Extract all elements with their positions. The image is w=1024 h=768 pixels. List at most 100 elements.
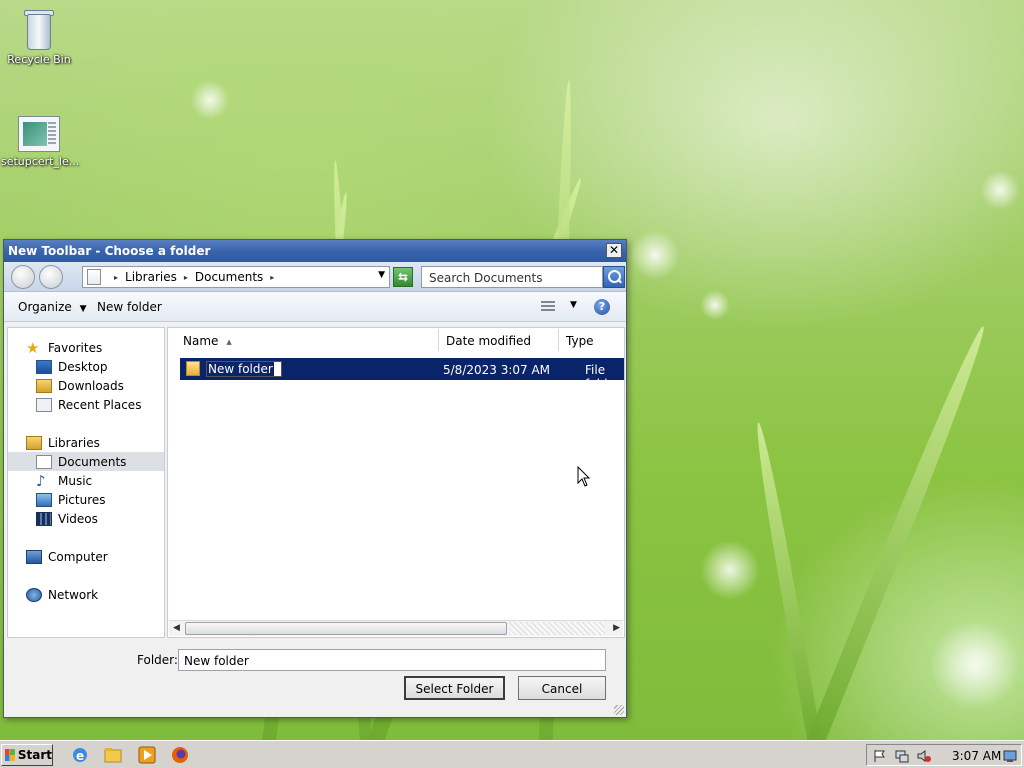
windows-logo-icon	[5, 748, 15, 762]
close-button[interactable]: ✕	[606, 243, 622, 258]
music-icon: ♪	[36, 471, 46, 490]
chevron-right-icon[interactable]: ▸	[270, 273, 274, 282]
views-icon[interactable]	[541, 301, 555, 313]
chevron-down-icon: ▼	[79, 304, 87, 314]
nav-item-documents[interactable]: Documents	[8, 452, 164, 471]
recycle-bin-icon	[24, 8, 54, 50]
cancel-button[interactable]: Cancel	[518, 676, 606, 700]
folder-icon	[186, 361, 200, 376]
nav-item-label: Downloads	[58, 378, 124, 393]
firefox-icon[interactable]	[171, 746, 189, 764]
taskbar-clock[interactable]: 3:07 AM	[952, 749, 1001, 763]
organize-button[interactable]: Organize ▼	[18, 300, 87, 314]
chevron-right-icon[interactable]: ▸	[184, 273, 188, 282]
videos-icon	[36, 511, 52, 526]
breadcrumb-libraries[interactable]: Libraries	[125, 270, 177, 284]
horizontal-scrollbar[interactable]: ◀ ▶	[169, 620, 623, 636]
folder-field-label: Folder:	[137, 653, 178, 667]
media-player-icon[interactable]	[138, 746, 156, 764]
internet-explorer-icon[interactable]: e	[71, 746, 89, 764]
chevron-right-icon: ▸	[114, 272, 119, 282]
nav-item-favorites[interactable]: ★ Favorites	[8, 338, 164, 357]
scrollbar-thumb[interactable]	[185, 622, 507, 635]
nav-item-label: Music	[58, 473, 93, 488]
nav-item-music[interactable]: ♪ Music	[8, 471, 164, 490]
scroll-left-icon[interactable]: ◀	[173, 623, 180, 633]
nav-item-label: Videos	[58, 511, 98, 526]
breadcrumb-documents[interactable]: Documents	[195, 270, 263, 284]
nav-item-label: Recent Places	[58, 397, 142, 412]
nav-item-desktop[interactable]: Desktop	[8, 357, 164, 376]
desktop-icon	[36, 359, 52, 374]
nav-item-pictures[interactable]: Pictures	[8, 490, 164, 509]
address-bar[interactable]: ▸ Libraries ▸ Documents ▸ ▼	[82, 266, 390, 288]
search-icon[interactable]	[603, 266, 625, 288]
taskbar: Start e 3:07 AM	[0, 740, 1024, 768]
nav-item-videos[interactable]: Videos	[8, 509, 164, 528]
action-center-flag-icon[interactable]	[873, 749, 887, 763]
volume-muted-icon[interactable]	[917, 749, 931, 763]
views-dropdown-icon[interactable]: ▼	[570, 300, 577, 310]
desktop-icon-label: setupcert_le...	[1, 155, 80, 168]
show-desktop-icon[interactable]	[1003, 749, 1017, 763]
file-explorer-icon[interactable]	[104, 746, 122, 764]
svg-text:e: e	[76, 749, 84, 763]
nav-item-label: Favorites	[48, 340, 103, 355]
address-dropdown-icon[interactable]: ▼	[378, 270, 385, 280]
dialog-title: New Toolbar - Choose a folder	[8, 244, 211, 258]
forward-button[interactable]	[39, 265, 63, 289]
nav-item-label: Computer	[48, 549, 108, 564]
column-header-name[interactable]: Name ▲	[176, 329, 439, 351]
network-tray-icon[interactable]	[895, 749, 909, 763]
sort-ascending-icon: ▲	[226, 337, 232, 346]
organize-label: Organize	[18, 300, 72, 314]
nav-item-label: Libraries	[48, 435, 100, 450]
nav-item-label: Network	[48, 587, 99, 602]
desktop-icon-recycle-bin[interactable]: Recycle Bin	[1, 8, 77, 66]
nav-item-libraries[interactable]: Libraries	[8, 433, 164, 452]
document-folder-icon	[87, 269, 101, 285]
nav-item-recent-places[interactable]: Recent Places	[8, 395, 164, 414]
search-input[interactable]: Search Documents	[421, 266, 603, 288]
navigation-pane: ★ Favorites Desktop Downloads Recent Plac…	[7, 327, 165, 638]
file-date: 5/8/2023 3:07 AM	[443, 363, 551, 377]
file-name: New folder	[207, 362, 274, 376]
scrollbar-track[interactable]	[509, 622, 605, 635]
start-button[interactable]: Start	[1, 744, 53, 766]
table-row[interactable]: New folder 5/8/2023 3:07 AM File folder	[180, 358, 624, 391]
nav-item-computer[interactable]: Computer	[8, 547, 164, 566]
rename-input[interactable]: New folder	[206, 361, 282, 377]
nav-item-downloads[interactable]: Downloads	[8, 376, 164, 395]
new-folder-button[interactable]: New folder	[97, 300, 162, 314]
file-type: File folder	[585, 363, 620, 391]
refresh-button[interactable]: ⇆	[393, 267, 413, 287]
installer-icon	[18, 116, 60, 152]
column-header-type[interactable]: Type	[559, 329, 624, 351]
desktop-icon-label: Recycle Bin	[7, 53, 71, 66]
star-icon: ★	[26, 338, 40, 357]
command-bar: Organize ▼ New folder ▼ ?	[4, 292, 626, 322]
navigation-bar: ▸ Libraries ▸ Documents ▸ ▼ ⇆ Search Doc…	[4, 262, 626, 292]
downloads-icon	[36, 378, 52, 393]
file-list-pane: Name ▲ Date modified Type New folder 5/8/…	[167, 327, 625, 638]
folder-name-input[interactable]: New folder	[178, 649, 606, 671]
nav-item-label: Desktop	[58, 359, 108, 374]
desktop-icon-setupcert[interactable]: setupcert_le...	[1, 116, 80, 168]
back-button[interactable]	[11, 265, 35, 289]
help-icon[interactable]: ?	[594, 299, 610, 315]
nav-item-network[interactable]: Network	[8, 585, 164, 604]
select-folder-button[interactable]: Select Folder	[404, 676, 505, 700]
resize-grip[interactable]	[614, 705, 624, 715]
close-icon: ✕	[608, 243, 620, 257]
computer-icon	[26, 549, 42, 564]
choose-folder-dialog: New Toolbar - Choose a folder ✕ ▸ Librar…	[3, 239, 627, 718]
nav-item-label: Documents	[58, 454, 127, 469]
network-icon	[26, 587, 42, 602]
column-header-date-modified[interactable]: Date modified	[439, 329, 559, 351]
refresh-icon: ⇆	[397, 270, 409, 284]
dialog-title-bar[interactable]: New Toolbar - Choose a folder ✕	[4, 240, 626, 262]
column-header-label: Name	[183, 334, 219, 348]
scroll-right-icon[interactable]: ▶	[613, 623, 620, 633]
pictures-icon	[36, 492, 52, 507]
recent-places-icon	[36, 397, 52, 412]
